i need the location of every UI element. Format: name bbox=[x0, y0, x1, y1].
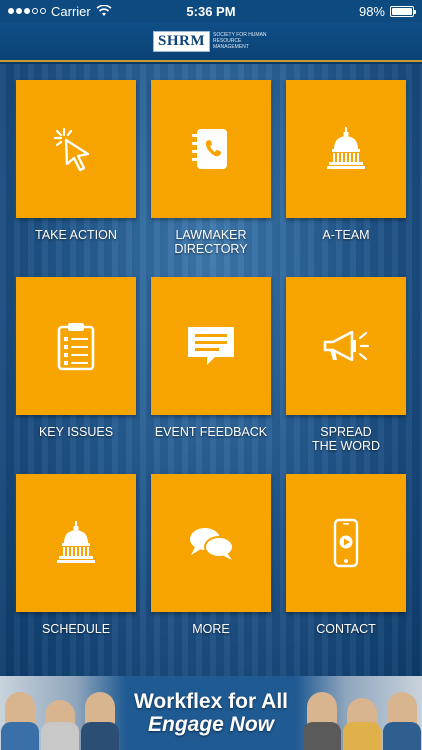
clipboard-list-icon bbox=[57, 323, 95, 371]
tile-label: CONTACT bbox=[316, 622, 376, 636]
wifi-icon bbox=[96, 5, 112, 16]
tile-button[interactable] bbox=[286, 277, 406, 415]
carrier-label: Carrier bbox=[51, 3, 91, 19]
speech-bubble-icon bbox=[188, 327, 234, 365]
workflex-banner[interactable]: Workflex for All Engage Now bbox=[0, 676, 422, 750]
tile-button[interactable] bbox=[286, 80, 406, 218]
tile-label: MORE bbox=[192, 622, 230, 636]
tile-label: TAKE ACTION bbox=[35, 228, 117, 242]
tile-label: SPREAD THE WORD bbox=[311, 425, 381, 453]
banner-person bbox=[1, 692, 39, 750]
capitol-dome-icon bbox=[57, 521, 95, 563]
battery-icon bbox=[390, 5, 416, 17]
tile-take-action[interactable]: TAKE ACTION bbox=[16, 80, 136, 277]
battery-percent: 98% bbox=[358, 3, 385, 19]
tile-event-feedback[interactable]: EVENT FEEDBACK bbox=[151, 277, 271, 474]
app-header: SHRM Society for Human Resource Manageme… bbox=[0, 22, 422, 62]
banner-person bbox=[81, 692, 119, 750]
tile-button[interactable] bbox=[16, 277, 136, 415]
tile-contact[interactable]: CONTACT bbox=[286, 474, 406, 671]
smartphone-video-icon bbox=[333, 518, 359, 568]
banner-subtitle: Engage Now bbox=[147, 713, 274, 736]
banner-text: Workflex for All Engage Now bbox=[134, 690, 288, 736]
tile-label: EVENT FEEDBACK bbox=[154, 425, 268, 439]
status-left: Carrier bbox=[8, 4, 112, 19]
tile-more[interactable]: MORE bbox=[151, 474, 271, 671]
main-menu: TAKE ACTION LAWMAKER DIRECTORY A-TEAM KE… bbox=[0, 64, 422, 676]
banner-person bbox=[41, 700, 79, 750]
megaphone-icon bbox=[323, 330, 370, 362]
banner-photo-right bbox=[302, 676, 422, 750]
capitol-dome-icon bbox=[327, 127, 365, 169]
tile-label: A-TEAM bbox=[322, 228, 370, 242]
status-bar: Carrier 5:36 PM 98% bbox=[0, 0, 422, 22]
status-right: 98% bbox=[358, 3, 416, 19]
banner-photo-left bbox=[0, 676, 120, 750]
banner-title: Workflex for All bbox=[133, 690, 289, 713]
phone-book-icon bbox=[192, 129, 227, 169]
banner-person bbox=[343, 698, 381, 750]
pointer-click-icon bbox=[53, 127, 90, 172]
logo-subtitle: Society for Human Resource Management bbox=[213, 32, 267, 50]
banner-person bbox=[303, 692, 341, 750]
tile-label: KEY ISSUES bbox=[38, 425, 114, 439]
tile-spread-the-word[interactable]: SPREAD THE WORD bbox=[286, 277, 406, 474]
tile-button[interactable] bbox=[151, 80, 271, 218]
menu-grid: TAKE ACTION LAWMAKER DIRECTORY A-TEAM KE… bbox=[16, 80, 406, 671]
chat-bubbles-icon bbox=[190, 528, 234, 560]
tile-button[interactable] bbox=[151, 277, 271, 415]
tile-label: SCHEDULE bbox=[41, 622, 111, 636]
banner-person bbox=[383, 692, 421, 750]
logo-mark: SHRM bbox=[153, 30, 210, 52]
tile-schedule[interactable]: SCHEDULE bbox=[16, 474, 136, 671]
tile-button[interactable] bbox=[151, 474, 271, 612]
shrm-logo: SHRM Society for Human Resource Manageme… bbox=[153, 30, 269, 52]
tile-a-team[interactable]: A-TEAM bbox=[286, 80, 406, 277]
tile-key-issues[interactable]: KEY ISSUES bbox=[16, 277, 136, 474]
battery-level bbox=[392, 7, 412, 15]
tile-lawmaker-directory[interactable]: LAWMAKER DIRECTORY bbox=[151, 80, 271, 277]
tile-label: LAWMAKER DIRECTORY bbox=[174, 228, 248, 256]
tile-button[interactable] bbox=[16, 474, 136, 612]
signal-strength-icon bbox=[8, 8, 46, 14]
tile-button[interactable] bbox=[16, 80, 136, 218]
tile-button[interactable] bbox=[286, 474, 406, 612]
